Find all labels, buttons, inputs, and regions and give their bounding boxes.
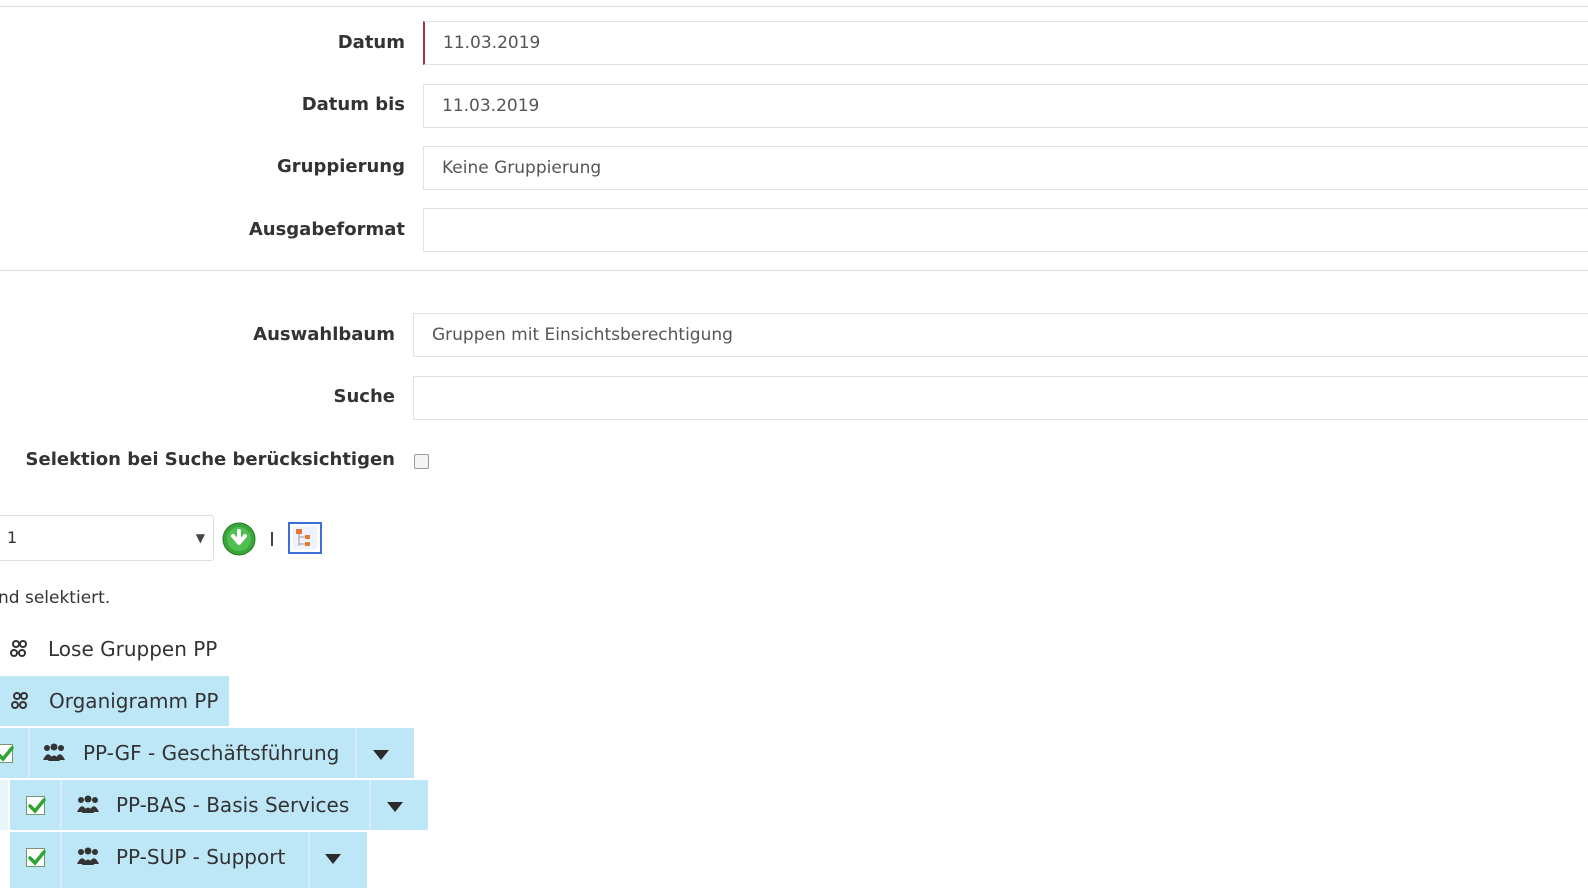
group-cluster-icon: [11, 692, 28, 709]
tree-view-button[interactable]: [288, 522, 322, 554]
checkmark-icon: [0, 746, 14, 762]
node-divider: [60, 780, 62, 830]
ausgabeformat-select[interactable]: [423, 208, 1588, 252]
node-checkbox[interactable]: [0, 744, 14, 763]
section-divider: [0, 270, 1588, 271]
tree-node-label: PP-BAS - Basis Services: [116, 793, 350, 817]
node-divider: [355, 728, 357, 778]
tree-node-organigramm[interactable]: Organigramm PP: [0, 676, 229, 726]
datum-label: Datum: [337, 32, 405, 53]
ausgabeformat-label: Ausgabeformat: [248, 219, 405, 240]
node-checkbox[interactable]: [26, 796, 46, 815]
tree-node-lose-gruppen[interactable]: Lose Gruppen PP: [0, 624, 230, 674]
caret-down-icon[interactable]: [373, 750, 389, 760]
arrow-down-circle-icon: [222, 522, 256, 556]
node-divider: [60, 832, 62, 888]
gruppierung-label: Gruppierung: [276, 156, 405, 177]
caret-down-icon[interactable]: [387, 802, 403, 812]
users-icon: [77, 847, 99, 865]
tree-node-pp-bas[interactable]: PP-BAS - Basis Services: [10, 780, 428, 830]
expand-down-button[interactable]: [222, 522, 256, 556]
tree-node-label: Lose Gruppen PP: [48, 637, 218, 661]
suche-label: Suche: [333, 386, 395, 407]
datum-bis-label: Datum bis: [301, 94, 405, 115]
group-cluster-icon: [10, 640, 27, 657]
suche-input[interactable]: [413, 376, 1588, 420]
chevron-down-icon: ▼: [195, 531, 205, 545]
tree-node-label: PP-GF - Geschäftsführung: [83, 741, 340, 765]
auswahlbaum-label: Auswahlbaum: [253, 324, 395, 345]
tree-node-pp-gf[interactable]: PP-GF - Geschäftsführung: [0, 728, 414, 778]
checkmark-icon: [28, 850, 46, 866]
gruppierung-select[interactable]: Keine Gruppierung: [423, 146, 1588, 190]
node-checkbox[interactable]: [26, 848, 46, 867]
node-divider: [308, 832, 310, 888]
checkmark-icon: [28, 798, 46, 814]
node-divider: [369, 780, 371, 830]
tree-node-pp-sup[interactable]: PP-SUP - Support: [10, 832, 367, 888]
level-select-value: 1: [7, 528, 18, 547]
tree-node-label: Organigramm PP: [49, 689, 219, 713]
datum-field[interactable]: 11.03.2019: [423, 21, 1588, 65]
users-icon: [77, 795, 99, 813]
selection-info-text: nd selektiert.: [0, 588, 111, 608]
datum-bis-field[interactable]: 11.03.2019: [423, 84, 1588, 128]
selektion-checkbox[interactable]: [414, 454, 429, 469]
selektion-label: Selektion bei Suche berücksichtigen: [25, 449, 395, 470]
users-icon: [43, 743, 65, 761]
auswahlbaum-select[interactable]: Gruppen mit Einsichtsberechtigung: [413, 313, 1588, 357]
caret-down-icon[interactable]: [325, 854, 341, 864]
tree-node-indent-guide: [0, 780, 8, 830]
top-divider: [0, 6, 1588, 7]
level-select[interactable]: 1 ▼: [0, 515, 214, 561]
node-divider: [28, 728, 30, 778]
tree-node-label: PP-SUP - Support: [116, 845, 286, 869]
toolbar-separator: [271, 532, 273, 546]
tree-view-icon: [293, 527, 317, 549]
